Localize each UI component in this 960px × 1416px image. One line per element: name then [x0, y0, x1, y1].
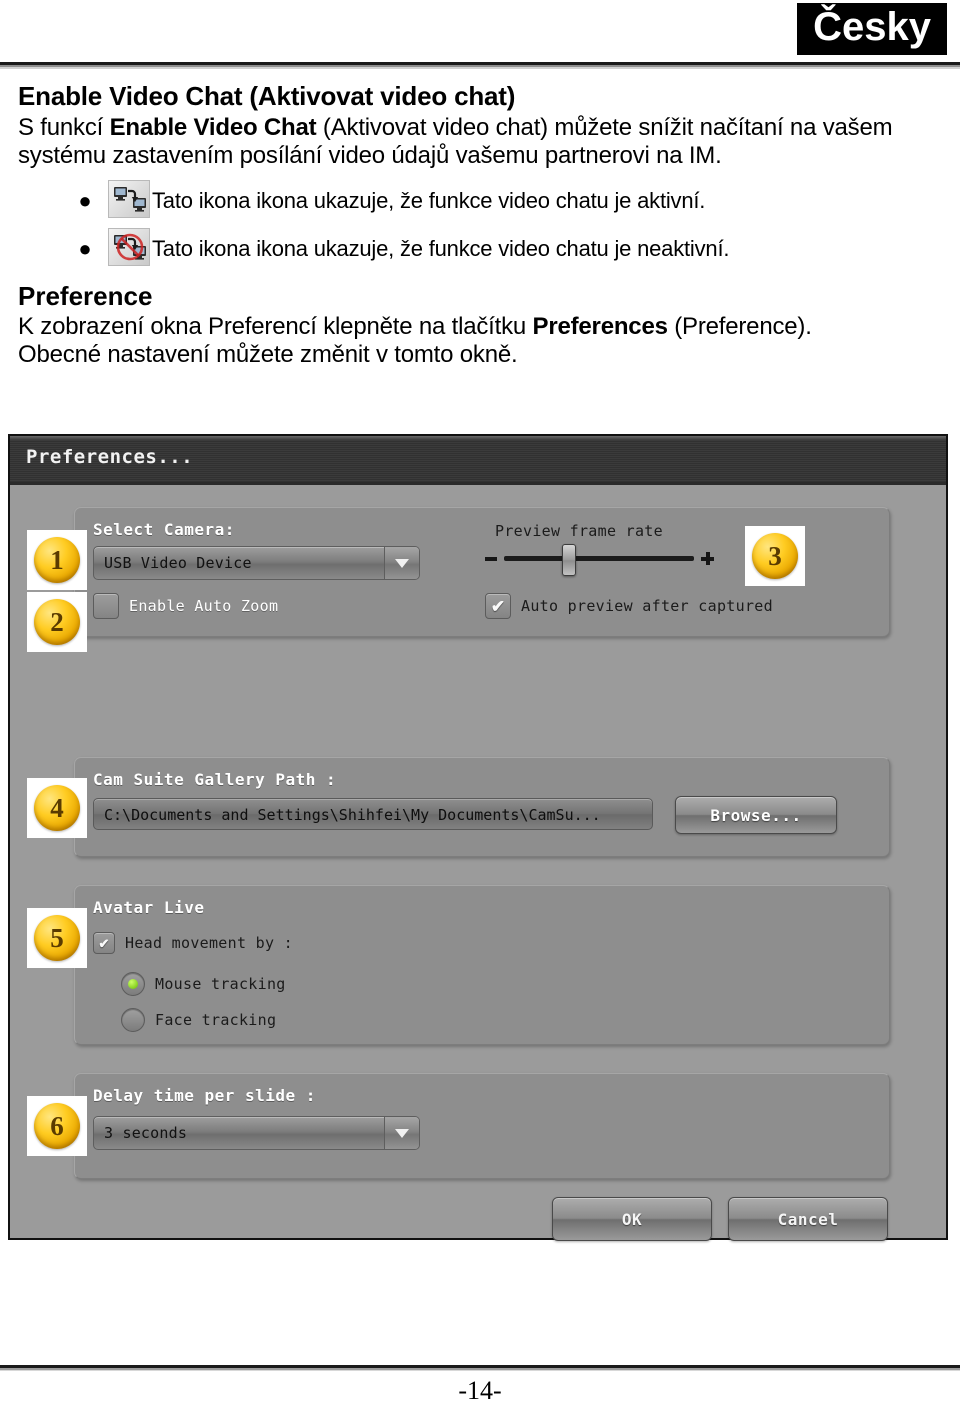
enable-auto-zoom-row[interactable]: Enable Auto Zoom — [93, 593, 278, 619]
check-icon: ✔ — [98, 935, 110, 951]
head-movement-label: Head movement by : — [125, 934, 293, 952]
delay-time-panel: Delay time per slide : 3 seconds 6 — [27, 1073, 890, 1179]
dialog-body: Select Camera: USB Video Device Enable A… — [10, 485, 946, 1241]
badge-1-number: 1 — [34, 537, 80, 583]
badge-5: 5 — [27, 908, 87, 968]
camera-settings-panel: Select Camera: USB Video Device Enable A… — [27, 507, 890, 652]
footer-divider — [0, 1365, 960, 1371]
list-item-label: Tato ikona ikona ukazuje, že funkce vide… — [152, 187, 706, 213]
preference-line1-prefix: K zobrazení okna Preferencí klepněte na … — [18, 313, 533, 341]
paragraph-prefix: S funkcí — [18, 113, 110, 141]
badge-6: 6 — [27, 1096, 87, 1156]
auto-preview-label: Auto preview after captured — [521, 597, 773, 615]
delay-time-select[interactable]: 3 seconds — [93, 1116, 420, 1150]
document-content: Enable Video Chat (Aktivovat video chat)… — [18, 81, 942, 370]
paragraph-bold-term: Enable Video Chat — [109, 113, 317, 141]
cancel-button[interactable]: Cancel — [728, 1197, 888, 1241]
preview-frame-rate-slider[interactable] — [485, 544, 714, 576]
slider-track[interactable] — [504, 544, 694, 576]
face-tracking-row[interactable]: Face tracking — [121, 1008, 276, 1032]
ok-button[interactable]: OK — [552, 1197, 712, 1241]
gallery-path-input[interactable]: C:\Documents and Settings\Shihfei\My Doc… — [93, 798, 653, 830]
mouse-tracking-label: Mouse tracking — [155, 975, 286, 993]
chevron-down-icon[interactable] — [384, 1117, 419, 1149]
dialog-titlebar[interactable]: Preferences... — [10, 440, 946, 485]
badge-3-number: 3 — [752, 533, 798, 579]
auto-preview-checkbox[interactable]: ✔ — [485, 593, 511, 619]
chevron-down-icon[interactable] — [384, 547, 419, 579]
badge-4-number: 4 — [34, 785, 80, 831]
bullet-marker: ● — [78, 235, 92, 261]
list-item: ● Tato ikona ikona ukazuje, že funkce vi… — [18, 224, 942, 266]
preference-section: Preference K zobrazení okna Preferencí k… — [18, 280, 942, 370]
delay-time-value: 3 seconds — [104, 1124, 188, 1142]
language-badge: Česky — [797, 3, 947, 55]
auto-preview-row[interactable]: ✔ Auto preview after captured — [485, 593, 773, 619]
gallery-path-label: Cam Suite Gallery Path : — [93, 770, 337, 789]
video-chat-paragraph: S funkcí Enable Video Chat (Aktivovat vi… — [18, 114, 942, 170]
badge-4: 4 — [27, 778, 87, 838]
face-tracking-radio[interactable] — [121, 1008, 145, 1032]
preference-line-2: Obecné nastavení můžete změnit v tomto o… — [18, 341, 518, 369]
bullet-marker: ● — [78, 187, 92, 213]
mouse-tracking-row[interactable]: Mouse tracking — [121, 972, 286, 996]
preference-line1-bold: Preferences — [532, 313, 668, 341]
header-divider — [0, 62, 960, 69]
minus-icon — [485, 556, 497, 561]
badge-3: 3 — [745, 526, 805, 586]
avatar-live-label: Avatar Live — [93, 898, 205, 917]
video-chat-bullet-list: ● Tato ikona ikona ukazuje, že funkce vi… — [18, 176, 942, 266]
enable-auto-zoom-label: Enable Auto Zoom — [129, 597, 279, 615]
face-tracking-label: Face tracking — [155, 1011, 277, 1029]
badge-2-number: 2 — [34, 599, 80, 645]
head-movement-checkbox[interactable]: ✔ — [93, 932, 115, 954]
list-item-label: Tato ikona ikona ukazuje, že funkce vide… — [152, 235, 730, 261]
preferences-dialog: Preferences... Select Camera: USB Video … — [8, 434, 948, 1241]
gallery-path-panel: Cam Suite Gallery Path : C:\Documents an… — [27, 757, 890, 857]
preference-line-1: K zobrazení okna Preferencí klepněte na … — [18, 313, 942, 341]
preview-frame-rate-label: Preview frame rate — [495, 522, 663, 540]
check-icon: ✔ — [490, 596, 506, 616]
page-number: -14- — [458, 1376, 502, 1405]
head-movement-row[interactable]: ✔ Head movement by : — [93, 932, 293, 954]
badge-2: 2 — [27, 592, 87, 652]
plus-icon — [701, 552, 714, 565]
video-chat-active-icon — [108, 179, 150, 218]
camera-select[interactable]: USB Video Device — [93, 546, 420, 580]
video-chat-heading: Enable Video Chat (Aktivovat video chat) — [18, 81, 516, 111]
select-camera-label: Select Camera: — [93, 520, 235, 539]
badge-5-number: 5 — [34, 915, 80, 961]
enable-auto-zoom-checkbox[interactable] — [93, 593, 119, 619]
delay-time-label: Delay time per slide : — [93, 1086, 316, 1105]
dialog-title: Preferences... — [26, 446, 194, 468]
video-chat-inactive-icon — [108, 227, 150, 266]
camera-select-value: USB Video Device — [104, 554, 252, 572]
mouse-tracking-radio[interactable] — [121, 972, 145, 996]
browse-button[interactable]: Browse... — [675, 796, 837, 834]
badge-6-number: 6 — [34, 1103, 80, 1149]
list-item: ● Tato ikona ikona ukazuje, že funkce vi… — [18, 176, 942, 218]
avatar-live-panel: Avatar Live ✔ Head movement by : Mouse t… — [27, 885, 890, 1045]
preference-heading: Preference — [18, 280, 153, 311]
dialog-button-row: OK Cancel — [10, 1197, 946, 1241]
preference-line1-rest: (Preference). — [667, 313, 812, 341]
badge-1: 1 — [27, 530, 87, 590]
slider-thumb[interactable] — [562, 544, 576, 576]
